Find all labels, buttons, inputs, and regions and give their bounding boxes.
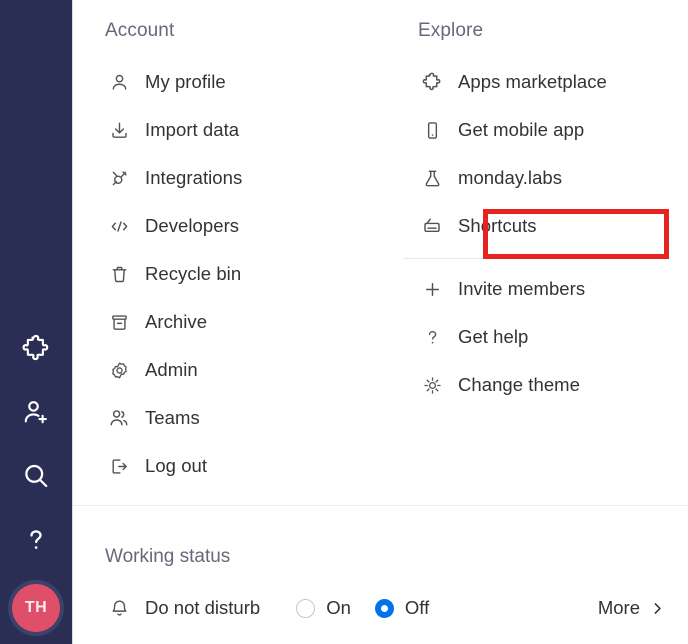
menu-item-label: Change theme <box>458 374 580 395</box>
question-icon <box>21 525 51 555</box>
menu-item-change-theme[interactable]: Change theme <box>418 361 688 409</box>
menu-item-recycle-bin[interactable]: Recycle bin <box>105 250 403 298</box>
account-menu-screen: TH Account My profile Import data Integr… <box>0 0 688 644</box>
bell-icon <box>105 598 133 619</box>
puzzle-icon <box>21 333 51 363</box>
explore-divider <box>403 258 671 259</box>
shortcuts-icon <box>418 215 446 237</box>
menu-item-get-help[interactable]: Get help <box>418 313 688 361</box>
rail-icon-group: TH <box>0 316 72 644</box>
more-label: More <box>597 597 640 618</box>
menu-item-label: Shortcuts <box>458 215 537 236</box>
flask-icon <box>418 168 446 189</box>
menu-item-log-out[interactable]: Log out <box>105 442 403 490</box>
menu-item-label: Import data <box>145 119 240 140</box>
menu-item-developers[interactable]: Developers <box>105 202 403 250</box>
menu-item-import-data[interactable]: Import data <box>105 106 403 154</box>
do-not-disturb-row: Do not disturb On Off More <box>105 592 670 624</box>
person-plus-icon <box>21 397 51 427</box>
menu-item-label: Get help <box>458 326 529 347</box>
menu-item-label: Developers <box>145 215 240 236</box>
plug-icon <box>105 168 133 189</box>
menu-item-label: Admin <box>145 359 198 380</box>
menu-item-shortcuts[interactable]: Shortcuts <box>418 202 688 250</box>
trash-icon <box>105 264 133 285</box>
logout-icon <box>105 456 133 477</box>
menu-item-admin[interactable]: Admin <box>105 346 403 394</box>
left-rail: TH <box>0 0 73 644</box>
plus-icon <box>418 279 446 300</box>
radio-option-on[interactable]: On <box>296 597 351 619</box>
menu-item-archive[interactable]: Archive <box>105 298 403 346</box>
menu-item-label: Recycle bin <box>145 263 242 284</box>
do-not-disturb-label: Do not disturb <box>145 597 261 618</box>
menu-item-teams[interactable]: Teams <box>105 394 403 442</box>
question-icon <box>418 327 446 348</box>
menu-columns: Account My profile Import data Integrati… <box>73 0 688 490</box>
more-button[interactable]: More <box>598 597 670 619</box>
menu-item-label: My profile <box>145 71 226 92</box>
download-icon <box>105 120 133 141</box>
explore-column-title: Explore <box>418 20 484 41</box>
menu-item-integrations[interactable]: Integrations <box>105 154 403 202</box>
search-icon <box>21 461 51 491</box>
archive-icon <box>105 312 133 333</box>
sun-icon <box>418 375 446 396</box>
code-icon <box>105 215 133 238</box>
avatar: TH <box>12 584 60 632</box>
chevron-right-icon <box>649 600 666 617</box>
menu-item-label: Get mobile app <box>458 119 585 140</box>
menu-item-invite-members[interactable]: Invite members <box>418 265 688 313</box>
menu-item-my-profile[interactable]: My profile <box>105 58 403 106</box>
working-status-radio-group: On Off <box>296 597 453 619</box>
menu-item-label: Log out <box>145 455 208 476</box>
radio-off-indicator[interactable] <box>374 598 394 618</box>
avatar-button[interactable]: TH <box>0 572 73 644</box>
apps-puzzle-icon-button[interactable] <box>0 316 73 380</box>
menu-item-label: monday.labs <box>458 167 563 188</box>
invite-member-icon-button[interactable] <box>0 380 73 444</box>
working-status-section: Working status Do not disturb On Off Mor… <box>73 506 688 624</box>
account-column-title: Account <box>105 20 175 41</box>
radio-on-indicator[interactable] <box>296 598 316 618</box>
menu-item-label: Invite members <box>458 278 586 299</box>
menu-item-apps-marketplace[interactable]: Apps marketplace <box>418 58 688 106</box>
menu-item-monday-labs[interactable]: monday.labs <box>418 154 688 202</box>
radio-on-label: On <box>326 597 351 618</box>
radio-option-off[interactable]: Off <box>374 597 430 619</box>
menu-item-label: Teams <box>145 407 200 428</box>
gear-icon <box>105 360 133 381</box>
working-status-title: Working status <box>105 546 231 567</box>
person-icon <box>105 72 133 93</box>
puzzle-icon <box>418 71 446 93</box>
menu-item-label: Apps marketplace <box>458 71 607 92</box>
account-column: Account My profile Import data Integrati… <box>73 18 403 490</box>
people-icon <box>105 407 133 429</box>
search-icon-button[interactable] <box>0 444 73 508</box>
mobile-icon <box>418 120 446 141</box>
help-icon-button[interactable] <box>0 508 73 572</box>
radio-off-label: Off <box>404 597 430 618</box>
menu-item-get-mobile-app[interactable]: Get mobile app <box>418 106 688 154</box>
explore-column: Explore Apps marketplace Get mobile app … <box>403 18 688 490</box>
menu-item-label: Archive <box>145 311 208 332</box>
menu-panel: Account My profile Import data Integrati… <box>73 0 688 644</box>
menu-item-label: Integrations <box>145 167 243 188</box>
avatar-ring: TH <box>8 580 64 636</box>
